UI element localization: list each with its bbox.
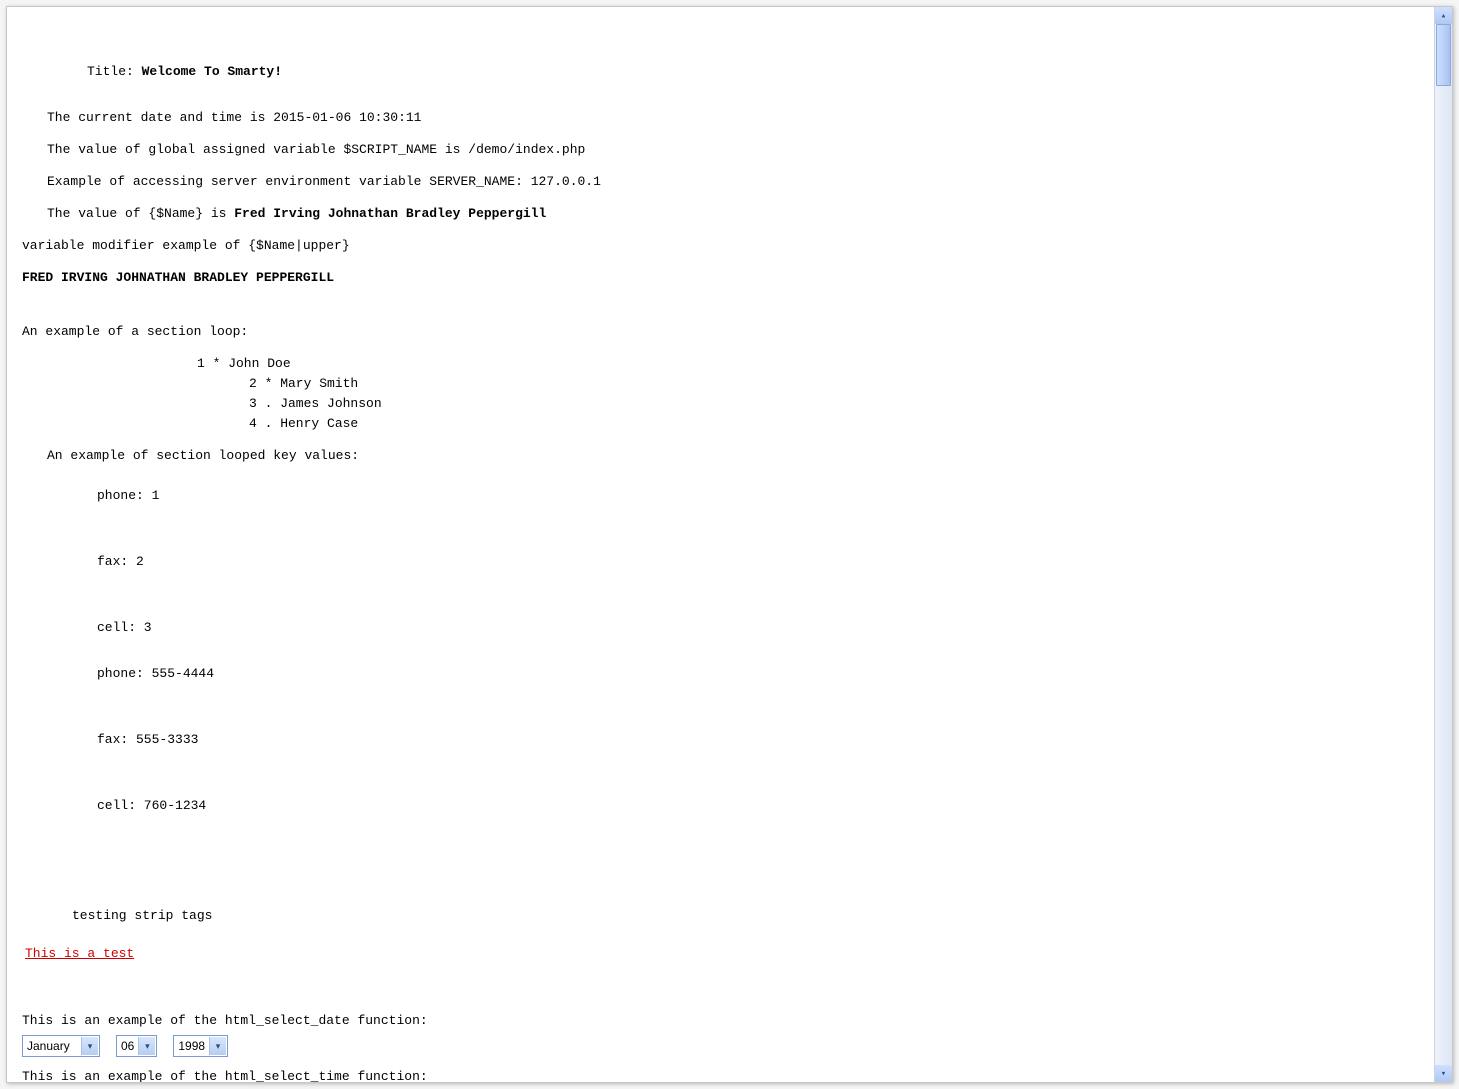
kv-item: cell: 3 [7,618,1435,638]
line-name-upper: FRED IRVING JOHNATHAN BRADLEY PEPPERGILL [7,268,1435,288]
chevron-down-icon: ▾ [138,1037,155,1055]
line-datetime: The current date and time is 2015-01-06 … [7,108,1435,128]
select-date-label: This is an example of the html_select_da… [7,1011,1435,1031]
kv-item: phone: 555-4444 [7,664,1435,684]
strip-test-link[interactable]: This is a test [7,946,134,961]
line-server-name: Example of accessing server environment … [7,172,1435,192]
kv-item: phone: 1 [7,486,1435,506]
line-modifier-label: variable modifier example of {$Name|uppe… [7,236,1435,256]
loop-item: 2 * Mary Smith [7,374,1435,394]
loop-item: 4 . Henry Case [7,414,1435,434]
scroll-thumb[interactable] [1436,24,1451,86]
vertical-scrollbar[interactable]: ▴ ▾ [1434,7,1452,1082]
loop-item: 1 * John Doe [7,354,1435,374]
select-year[interactable]: 1998 ▾ [173,1035,228,1057]
select-day[interactable]: 06 ▾ [116,1035,157,1057]
kv-item: fax: 555-3333 [7,730,1435,750]
scroll-up-arrow[interactable]: ▴ [1435,7,1452,24]
select-date-row: January ▾ 06 ▾ 1998 ▾ [7,1035,1435,1057]
select-time-label: This is an example of the html_select_ti… [7,1067,1435,1082]
document-panel: Title: Welcome To Smarty! The current da… [6,6,1453,1083]
keyvalues-label: An example of section looped key values: [7,446,1435,466]
document-content: Title: Welcome To Smarty! The current da… [7,7,1435,1082]
title-text: Welcome To Smarty! [142,64,282,79]
chevron-down-icon: ▾ [209,1037,226,1055]
line-script-name: The value of global assigned variable $S… [7,140,1435,160]
loop-item: 3 . James Johnson [7,394,1435,414]
select-month[interactable]: January ▾ [22,1035,100,1057]
title-prefix: Title: [87,64,142,79]
line-name: The value of {$Name} is Fred Irving John… [7,204,1435,224]
page-title: Title: Welcome To Smarty! [7,62,1435,82]
kv-item: cell: 760-1234 [7,796,1435,816]
section-loop-label: An example of a section loop: [7,322,1435,342]
scroll-down-arrow[interactable]: ▾ [1435,1065,1452,1082]
chevron-down-icon: ▾ [81,1037,98,1055]
kv-item: fax: 2 [7,552,1435,572]
strip-tags-label: testing strip tags [7,906,1435,926]
scroll-track[interactable] [1435,24,1452,1065]
